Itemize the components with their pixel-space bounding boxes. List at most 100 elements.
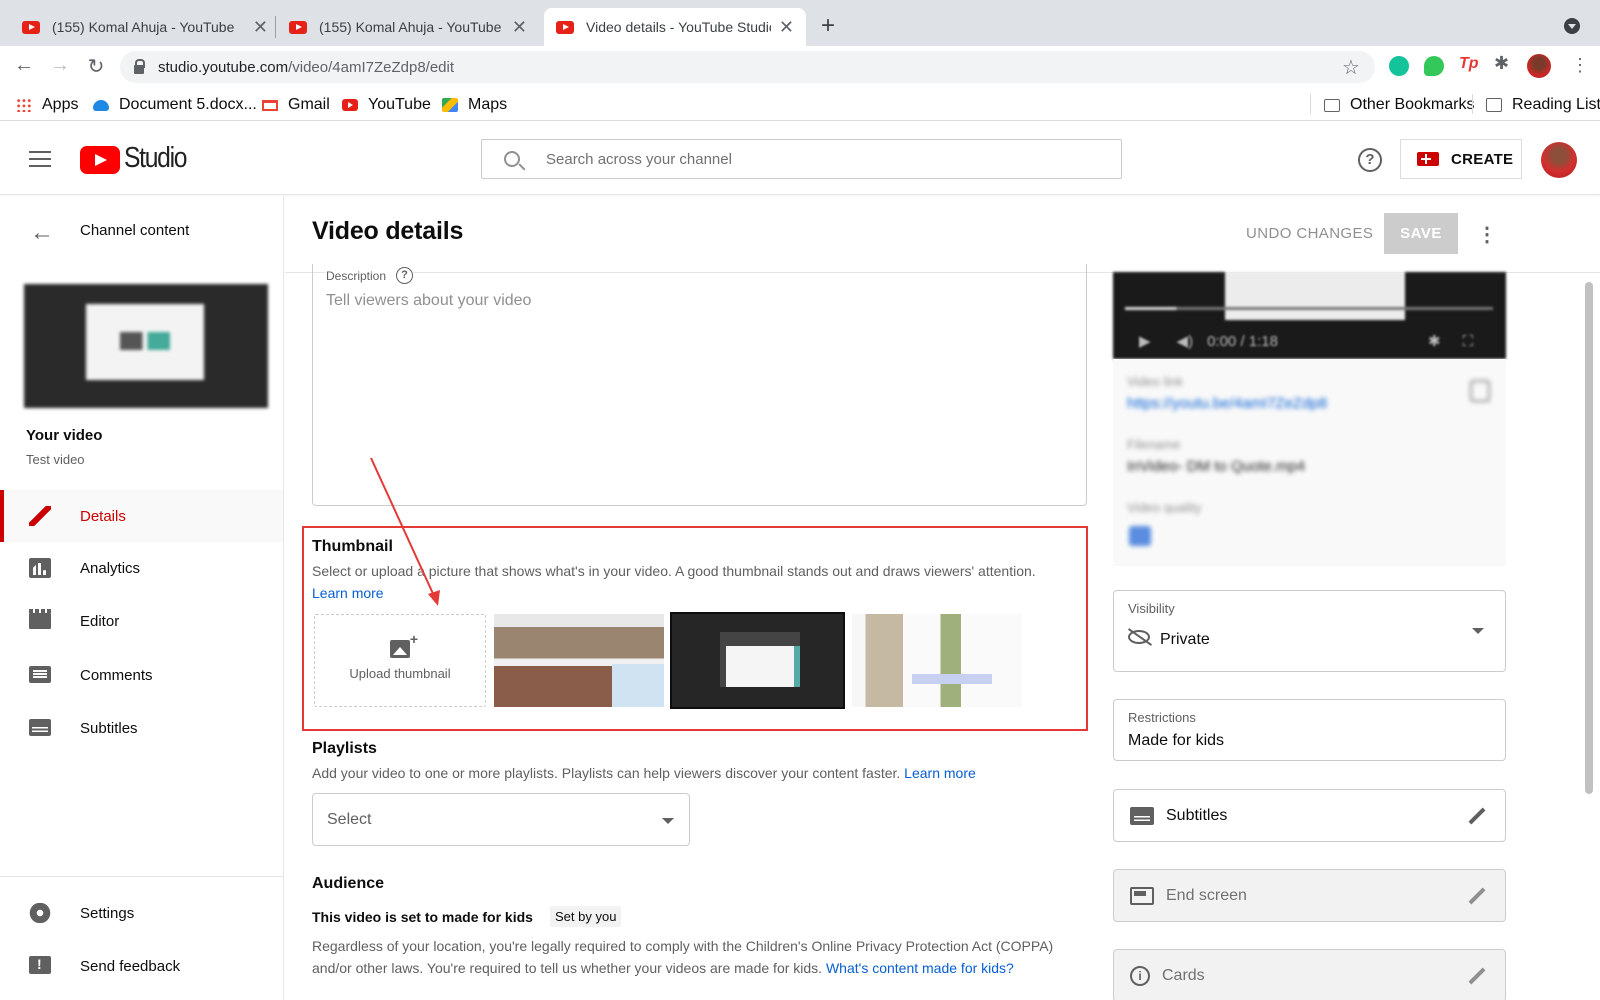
bookmark-star-icon[interactable]: ☆ [1342, 55, 1360, 80]
more-options-icon[interactable]: ⋮ [1477, 222, 1497, 247]
playlist-select[interactable]: Select [312, 793, 690, 846]
sidebar-item-label: Editor [80, 612, 120, 630]
browser-tab-active[interactable]: Video details - YouTube Studio ✕ [544, 8, 806, 46]
url-bar[interactable]: studio.youtube.com/video/4amI7ZeZdp8/edi… [120, 51, 1375, 83]
sidebar-item-send-feedback[interactable]: Send feedback [0, 940, 283, 992]
create-video-icon [1417, 152, 1439, 166]
lock-icon [134, 58, 145, 74]
bookmark-maps[interactable]: Maps [442, 96, 507, 114]
grammarly-extension-icon[interactable] [1389, 56, 1409, 76]
analytics-icon [29, 558, 51, 578]
subtitles-card[interactable]: Subtitles [1113, 789, 1506, 842]
sidebar-item-settings[interactable]: Settings [0, 887, 283, 939]
tp-extension-icon[interactable]: Tp [1459, 55, 1479, 75]
end-screen-card[interactable]: End screen [1113, 869, 1506, 922]
edit-pencil-icon[interactable] [1465, 966, 1485, 986]
chat-extension-icon[interactable] [1424, 56, 1444, 76]
bookmark-label: Apps [42, 96, 79, 113]
player-controls[interactable]: ▶ ◀) 0:00 / 1:18 ✱ ⛶ [1113, 326, 1506, 356]
sidebar-divider [0, 876, 283, 877]
playlists-heading: Playlists [312, 740, 377, 757]
settings-gear-icon[interactable]: ✱ [1428, 332, 1441, 350]
gear-icon [29, 903, 51, 923]
extensions-puzzle-icon[interactable]: ✱ [1494, 53, 1514, 73]
hamburger-menu-icon[interactable] [29, 151, 51, 167]
youtube-logo-icon[interactable] [80, 146, 120, 174]
pencil-icon [29, 506, 51, 526]
thumbnail-learn-more-link[interactable]: Learn more [312, 585, 384, 601]
subtitles-card-label: Subtitles [1166, 806, 1228, 824]
upload-thumbnail-label: Upload thumbnail [349, 666, 451, 681]
bookmark-youtube[interactable]: YouTube [342, 96, 431, 114]
bookmark-separator [1310, 94, 1311, 114]
thumbnail-heading: Thumbnail [312, 538, 393, 555]
page-scrollbar[interactable] [1585, 282, 1593, 794]
tab-search-icon[interactable] [1564, 18, 1580, 34]
reload-icon[interactable]: ↻ [84, 54, 108, 79]
bookmark-label: Document 5.docx... [119, 96, 257, 113]
url-path: /video/4amI7ZeZdp8/edit [288, 58, 455, 76]
thumbnail-option-1[interactable] [494, 614, 664, 707]
sidebar-item-label: Subtitles [80, 719, 138, 737]
thumbnail-option-3[interactable] [852, 614, 1022, 707]
video-thumbnail-preview[interactable] [24, 284, 268, 408]
save-button[interactable]: SAVE [1384, 213, 1458, 254]
edit-pencil-icon[interactable] [1465, 806, 1485, 826]
restrictions-box[interactable] [1113, 699, 1506, 761]
back-arrow-icon[interactable]: ← [30, 219, 54, 247]
upload-thumbnail-button[interactable]: Upload thumbnail [314, 614, 486, 707]
fullscreen-icon[interactable]: ⛶ [1463, 333, 1474, 350]
studio-logo-text[interactable]: Studio [124, 142, 188, 175]
close-tab-icon[interactable]: ✕ [253, 17, 268, 38]
browser-profile-avatar[interactable] [1527, 54, 1551, 78]
bookmark-separator [1472, 94, 1473, 114]
cards-card[interactable]: i Cards [1113, 949, 1506, 1000]
thumbnail-option-2-selected[interactable] [670, 612, 845, 709]
browser-tab-2[interactable]: (155) Komal Ahuja - YouTube ✕ [277, 8, 539, 46]
channel-content-link[interactable]: Channel content [80, 222, 189, 239]
reading-list[interactable]: Reading List [1486, 96, 1600, 114]
sidebar-item-comments[interactable]: Comments [0, 649, 283, 701]
help-icon[interactable]: ? [396, 267, 414, 284]
cards-card-label: Cards [1162, 966, 1205, 984]
forward-icon[interactable]: → [48, 54, 72, 77]
play-icon[interactable]: ▶ [1139, 332, 1151, 350]
bookmark-apps[interactable]: Apps [16, 96, 78, 114]
create-button[interactable]: CREATE [1400, 139, 1522, 179]
video-link[interactable]: https://youtu.be/4amI7ZeZdp8 [1127, 395, 1327, 412]
sidebar-item-details[interactable]: Details [0, 490, 283, 542]
sidebar-item-editor[interactable]: Editor [0, 595, 283, 647]
account-avatar[interactable] [1541, 142, 1577, 178]
close-tab-icon[interactable]: ✕ [512, 17, 527, 38]
sidebar-item-label: Settings [80, 904, 135, 922]
search-input[interactable] [546, 150, 1086, 168]
made-for-kids-help-link[interactable]: What's content made for kids? [826, 960, 1014, 976]
description-input[interactable] [326, 292, 1066, 310]
sidebar-item-analytics[interactable]: Analytics [0, 542, 283, 594]
close-tab-icon[interactable]: ✕ [779, 17, 794, 38]
sidebar-item-subtitles[interactable]: Subtitles [0, 702, 283, 754]
set-by-badge: Set by you [550, 906, 622, 927]
copy-icon[interactable] [1470, 380, 1490, 402]
bookmark-document[interactable]: Document 5.docx... [93, 96, 257, 114]
youtube-favicon-icon [289, 20, 307, 34]
back-icon[interactable]: ← [12, 54, 36, 77]
dropdown-arrow-icon [662, 818, 674, 824]
browser-tab-1[interactable]: (155) Komal Ahuja - YouTube ✕ [10, 8, 280, 46]
video-link-label: Video link [1127, 374, 1184, 389]
channel-search[interactable] [481, 139, 1122, 179]
volume-icon[interactable]: ◀) [1177, 332, 1194, 350]
end-screen-icon [1130, 886, 1154, 905]
edit-pencil-icon[interactable] [1465, 886, 1485, 906]
undo-changes-button[interactable]: UNDO CHANGES [1246, 225, 1373, 242]
other-bookmarks[interactable]: Other Bookmarks [1324, 96, 1474, 114]
editor-icon [29, 609, 51, 629]
tab-title: (155) Komal Ahuja - YouTube [319, 19, 502, 35]
description-label: Description ? [326, 267, 414, 284]
bookmark-gmail[interactable]: Gmail [262, 96, 330, 114]
playlists-learn-more-link[interactable]: Learn more [904, 765, 976, 781]
help-icon[interactable]: ? [1358, 148, 1382, 172]
coppa-notice: Regardless of your location, you're lega… [312, 935, 1082, 979]
browser-menu-icon[interactable]: ⋮ [1571, 55, 1589, 76]
new-tab-button[interactable]: + [821, 12, 835, 40]
